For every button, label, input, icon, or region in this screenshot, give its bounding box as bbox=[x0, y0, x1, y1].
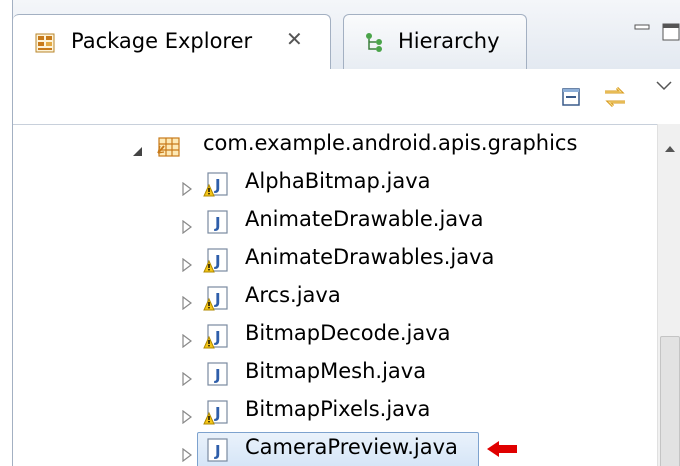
collapsed-triangle-icon[interactable] bbox=[181, 367, 195, 387]
scrollbar-thumb[interactable] bbox=[660, 336, 680, 466]
svg-text:J: J bbox=[214, 252, 221, 270]
file-label: AnimateDrawables.java bbox=[245, 245, 495, 269]
vertical-scrollbar[interactable] bbox=[657, 124, 680, 466]
hierarchy-icon bbox=[364, 31, 386, 53]
file-label: BitmapMesh.java bbox=[245, 359, 427, 383]
view-toolbar bbox=[13, 69, 680, 125]
file-label: CameraPreview.java bbox=[245, 435, 458, 459]
tree-item-file[interactable]: J AnimateDrawable.java bbox=[13, 202, 653, 240]
package-explorer-icon bbox=[35, 33, 55, 53]
package-icon bbox=[155, 132, 183, 165]
svg-text:J: J bbox=[214, 366, 221, 384]
collapsed-triangle-icon[interactable] bbox=[181, 443, 195, 463]
tab-label: Package Explorer bbox=[71, 29, 253, 53]
java-file-icon: J bbox=[203, 208, 229, 241]
tree-item-file[interactable]: J Arcs.java bbox=[13, 278, 653, 316]
tree-item-file[interactable]: J AlphaBitmap.java bbox=[13, 164, 653, 202]
file-label: Arcs.java bbox=[245, 283, 341, 307]
tree-item-package[interactable]: com.example.android.apis.graphics bbox=[13, 126, 653, 164]
java-file-warning-icon: J bbox=[203, 398, 229, 431]
java-file-icon: J bbox=[203, 436, 229, 466]
svg-text:J: J bbox=[214, 442, 221, 460]
collapsed-triangle-icon[interactable] bbox=[181, 405, 195, 425]
file-label: BitmapPixels.java bbox=[245, 397, 431, 421]
tree-item-file[interactable]: J BitmapPixels.java bbox=[13, 392, 653, 430]
svg-text:J: J bbox=[214, 290, 221, 308]
collapse-all-icon[interactable] bbox=[561, 87, 583, 113]
tab-package-explorer[interactable]: Package Explorer ✕ bbox=[13, 14, 331, 70]
view-menu-chevron-down-icon[interactable] bbox=[655, 77, 673, 96]
minimize-icon[interactable] bbox=[633, 22, 651, 41]
collapsed-triangle-icon[interactable] bbox=[181, 177, 195, 197]
view-tab-bar: Package Explorer ✕ Hierarchy bbox=[13, 0, 680, 70]
java-file-warning-icon: J bbox=[203, 322, 229, 355]
scroll-up-arrow-icon[interactable] bbox=[664, 138, 676, 157]
file-label: BitmapDecode.java bbox=[245, 321, 451, 345]
svg-text:J: J bbox=[214, 404, 221, 422]
java-file-warning-icon: J bbox=[203, 246, 229, 279]
file-label: AlphaBitmap.java bbox=[245, 169, 431, 193]
svg-text:J: J bbox=[214, 214, 221, 232]
collapsed-triangle-icon[interactable] bbox=[181, 329, 195, 349]
link-with-editor-icon[interactable] bbox=[601, 83, 629, 115]
package-explorer-view: Package Explorer ✕ Hierarchy com.example… bbox=[12, 0, 680, 466]
maximize-icon[interactable] bbox=[661, 22, 680, 46]
tree-item-file[interactable]: J AnimateDrawables.java bbox=[13, 240, 653, 278]
java-file-warning-icon: J bbox=[203, 284, 229, 317]
collapsed-triangle-icon[interactable] bbox=[181, 215, 195, 235]
annotation-arrow-icon bbox=[485, 439, 519, 464]
java-file-icon: J bbox=[203, 360, 229, 393]
tab-label: Hierarchy bbox=[398, 29, 500, 53]
tree-item-file[interactable]: J BitmapDecode.java bbox=[13, 316, 653, 354]
package-label: com.example.android.apis.graphics bbox=[203, 131, 578, 155]
expanded-triangle-icon[interactable] bbox=[131, 140, 145, 156]
tree-item-file-selected[interactable]: J CameraPreview.java bbox=[13, 430, 653, 466]
close-icon[interactable]: ✕ bbox=[286, 29, 303, 49]
svg-text:J: J bbox=[214, 328, 221, 346]
svg-text:J: J bbox=[214, 176, 221, 194]
java-file-warning-icon: J bbox=[203, 170, 229, 203]
package-tree: com.example.android.apis.graphics J Alph… bbox=[13, 124, 657, 466]
tab-hierarchy[interactable]: Hierarchy bbox=[343, 14, 527, 69]
collapsed-triangle-icon[interactable] bbox=[181, 291, 195, 311]
collapsed-triangle-icon[interactable] bbox=[181, 253, 195, 273]
file-label: AnimateDrawable.java bbox=[245, 207, 484, 231]
tree-item-file[interactable]: J BitmapMesh.java bbox=[13, 354, 653, 392]
